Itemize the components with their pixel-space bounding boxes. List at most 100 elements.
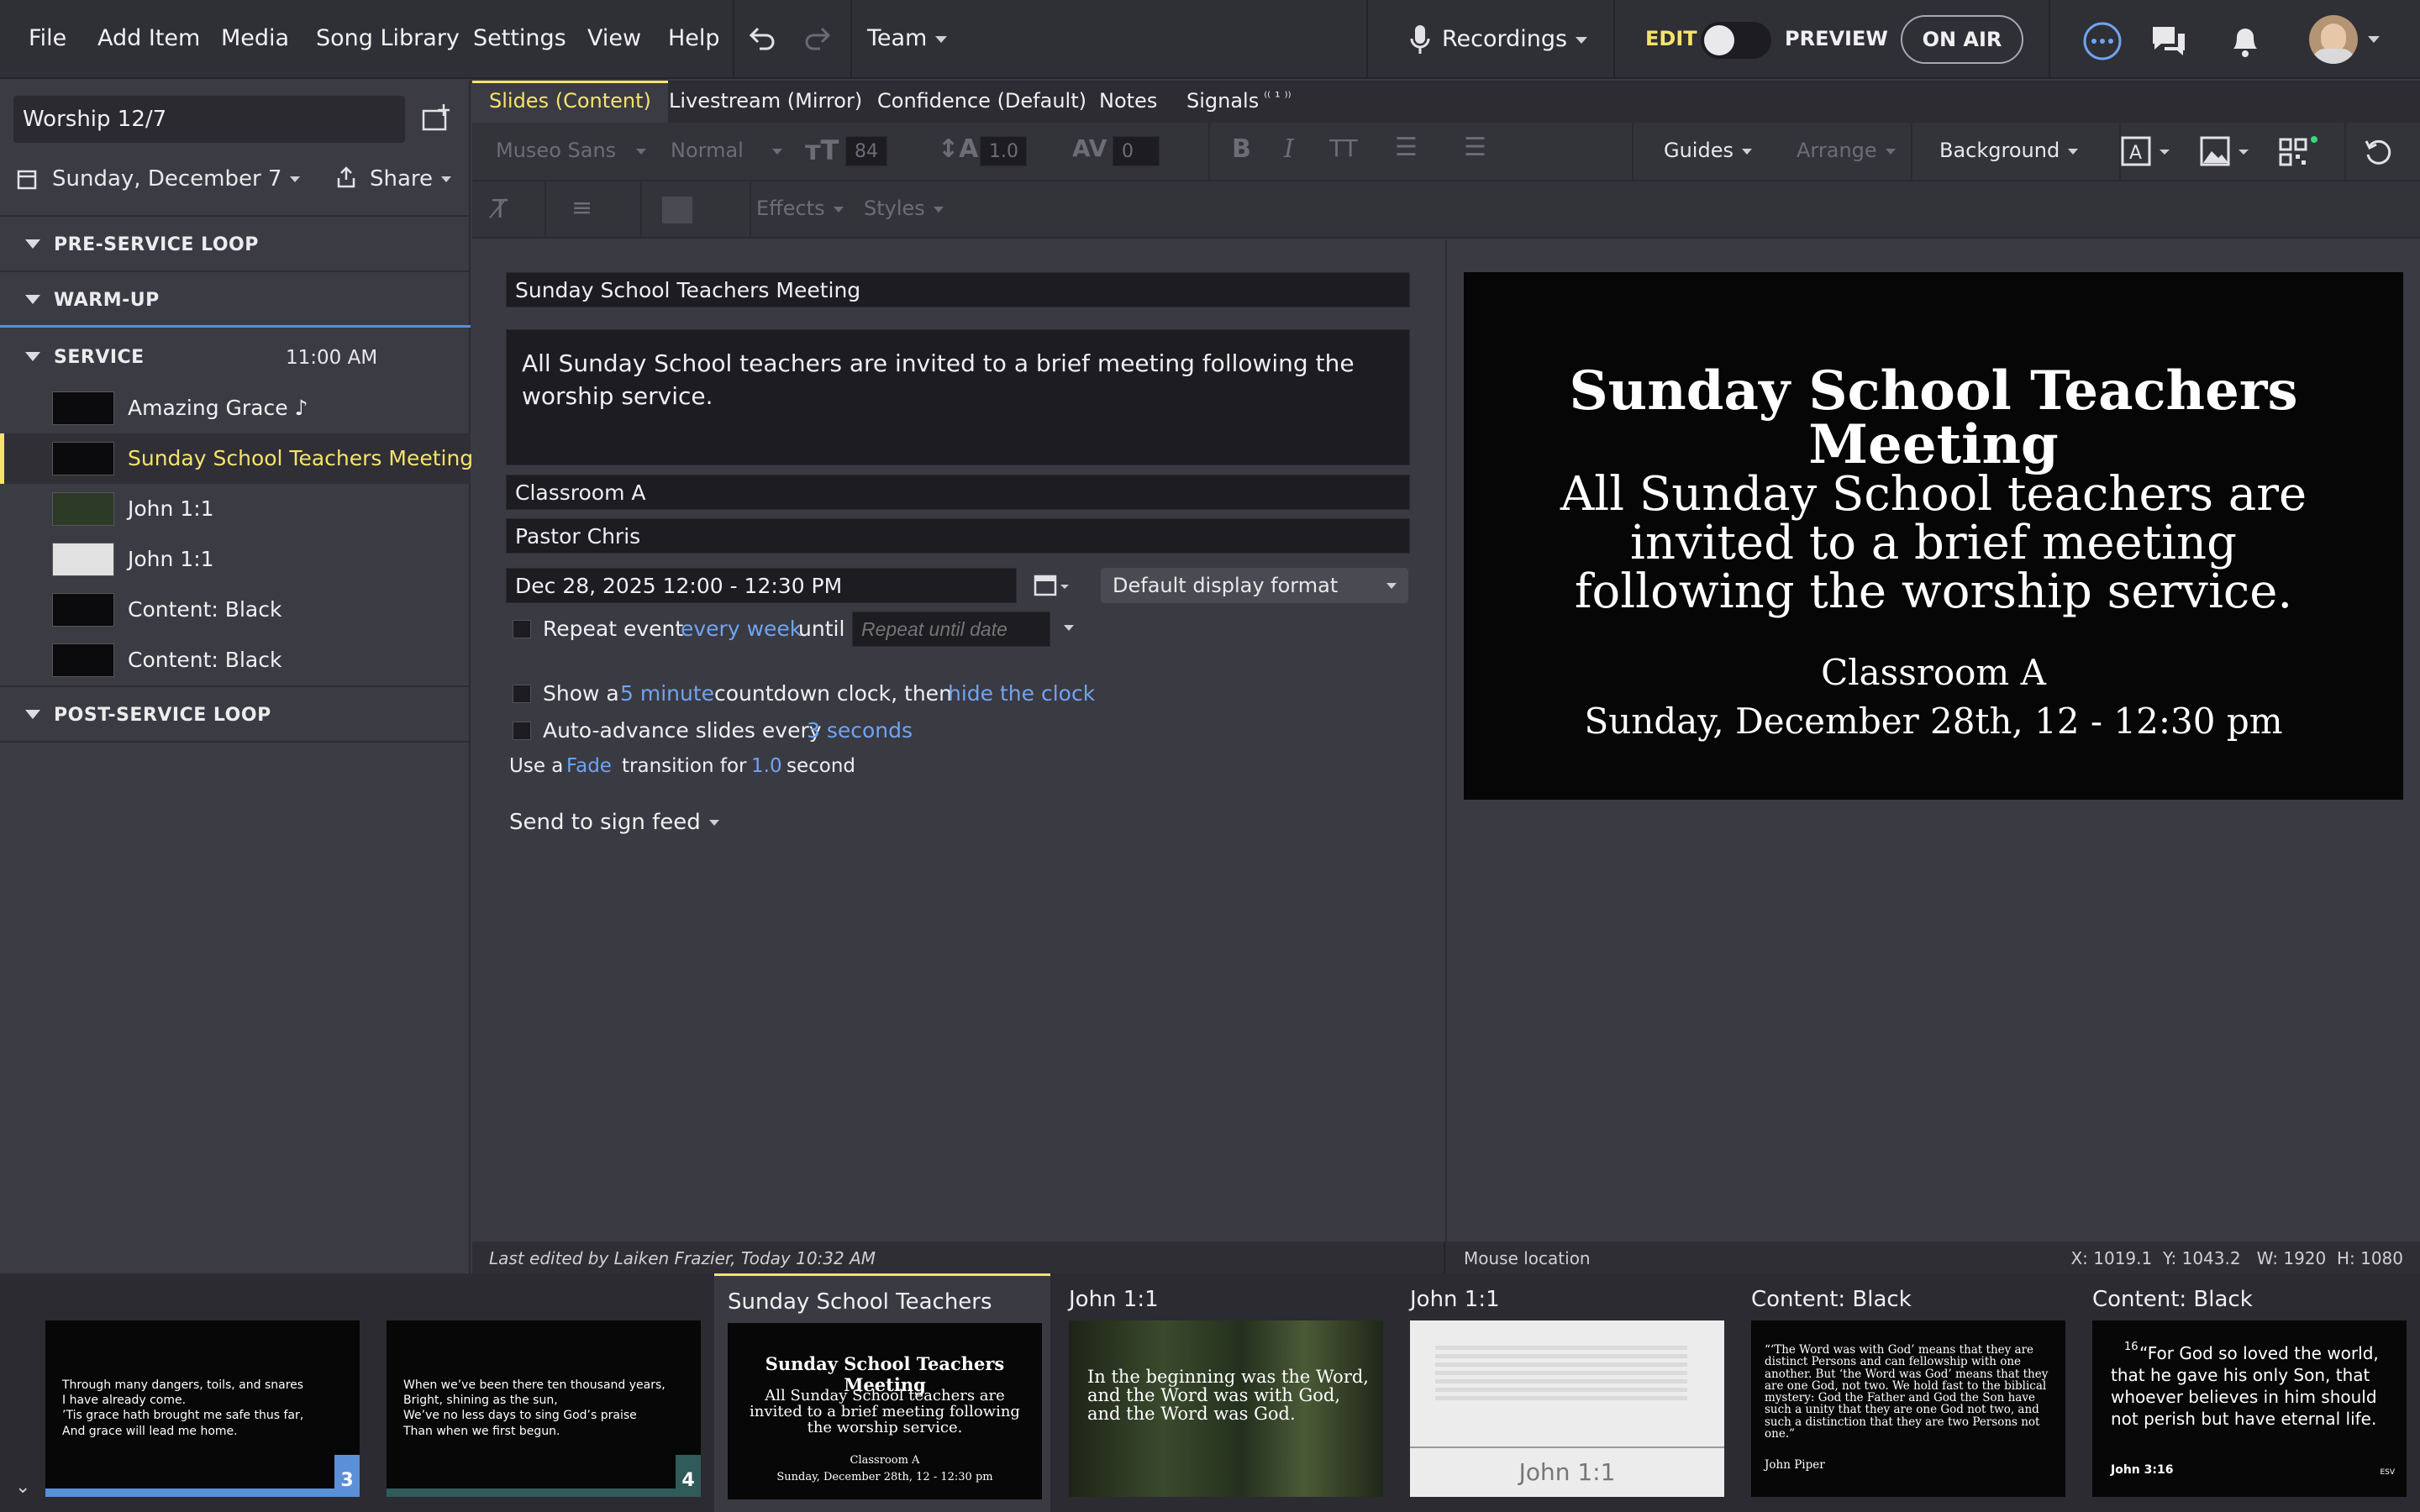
guides-dropdown[interactable]: Guides [1664, 139, 1752, 162]
datetime-input[interactable]: Dec 28, 2025 12:00 - 12:30 PM [506, 568, 1017, 603]
tab-notes[interactable]: Notes [1099, 81, 1157, 123]
menu-file[interactable]: File [29, 25, 66, 51]
qr-code-icon[interactable] [2279, 136, 2319, 170]
effects-dropdown[interactable]: Effects [756, 197, 844, 220]
date-picker-icon[interactable] [1034, 573, 1072, 598]
section-service[interactable]: SERVICE 11:00 AM [0, 329, 471, 385]
body-textarea[interactable]: All Sunday School teachers are invited t… [506, 329, 1410, 465]
edit-preview-toggle[interactable] [1701, 22, 1771, 59]
mouse-location-label: Mouse location [1464, 1248, 1591, 1268]
recordings-dropdown[interactable]: Recordings [1442, 26, 1588, 52]
plan-date-dropdown[interactable]: Sunday, December 7 [52, 166, 301, 192]
text-case-icon[interactable]: TT [1329, 134, 1358, 162]
auto-advance-duration-link[interactable]: 3 seconds [807, 718, 913, 743]
slide-card[interactable]: When we’ve been there ten thousand years… [373, 1273, 709, 1512]
countdown-duration-link[interactable]: 5 minute [620, 681, 714, 706]
title-input[interactable]: Sunday School Teachers Meeting [506, 272, 1410, 307]
countdown-action-link[interactable]: hide the clock [948, 681, 1095, 706]
chat-icon[interactable] [2149, 24, 2188, 59]
list-item[interactable]: John 1:1 [0, 534, 471, 585]
font-weight-select[interactable]: Normal [671, 139, 782, 162]
section-post-service-loop[interactable]: POST-SERVICE LOOP [0, 687, 471, 743]
user-avatar[interactable] [2309, 15, 2358, 64]
repeat-event-checkbox[interactable] [513, 620, 531, 638]
undo-icon[interactable] [746, 25, 776, 52]
slide-card[interactable]: John 1:1 John 1:1 [1397, 1273, 1733, 1512]
new-plan-icon[interactable] [422, 104, 450, 131]
image-icon[interactable] [2200, 136, 2250, 166]
slide-card[interactable]: John 1:1 In the beginning was the Word, … [1055, 1273, 1392, 1512]
slide-card[interactable]: Content: Black 16 “For God so loved the … [2079, 1273, 2415, 1512]
redo-icon[interactable] [803, 25, 834, 52]
tab-confidence-default[interactable]: Confidence (Default) [877, 81, 1086, 123]
repeat-frequency-link[interactable]: every week [681, 617, 802, 641]
menu-add-item[interactable]: Add Item [97, 25, 200, 51]
presenter-input[interactable]: Pastor Chris [506, 518, 1410, 554]
align-icon[interactable]: ≡ [571, 193, 592, 223]
repeat-event-label: Repeat event [543, 617, 684, 641]
user-menu-caret[interactable] [2368, 36, 2380, 43]
background-dropdown[interactable]: Background [1939, 139, 2079, 162]
list-item[interactable]: Sunday School Teachers Meeting [0, 433, 473, 484]
menu-settings[interactable]: Settings [473, 25, 566, 51]
italic-icon[interactable]: I [1284, 134, 1294, 164]
tab-signals[interactable]: Signals ⁽⁽ ¹ ⁾⁾ [1186, 81, 1292, 123]
background-label: Background [1939, 139, 2060, 162]
transition-duration-link[interactable]: 1.0 [751, 755, 782, 777]
menu-media[interactable]: Media [221, 25, 289, 51]
list-item[interactable]: Amazing Grace ♪ [0, 383, 471, 433]
repeat-until-input[interactable] [852, 612, 1050, 647]
styles-dropdown[interactable]: Styles [864, 197, 944, 220]
transition-type-link[interactable]: Fade [566, 755, 612, 777]
text-box-icon[interactable]: A [2121, 136, 2171, 166]
list-item[interactable]: Content: Black [0, 635, 471, 685]
countdown-checkbox[interactable] [513, 685, 531, 703]
section-label: SERVICE [54, 347, 145, 368]
section-warm-up[interactable]: WARM-UP [0, 272, 471, 328]
signals-badge: ⁽⁽ ¹ ⁾⁾ [1264, 89, 1292, 105]
collapse-filmstrip-icon[interactable]: ⌄ [15, 1477, 30, 1498]
plan-name-input[interactable]: Worship 12/7 [13, 96, 405, 143]
menu-song-library[interactable]: Song Library [316, 25, 460, 51]
clear-format-icon[interactable]: T̸ [492, 195, 508, 224]
section-label: POST-SERVICE LOOP [54, 705, 271, 726]
edit-label: EDIT [1645, 27, 1697, 50]
slide-card-active[interactable]: Sunday School Teachers Sunday School Tea… [714, 1273, 1050, 1512]
section-pre-service-loop[interactable]: PRE-SERVICE LOOP [0, 217, 471, 272]
more-options-icon[interactable] [2082, 21, 2123, 61]
send-to-sign-feed-dropdown[interactable]: Send to sign feed [509, 810, 719, 835]
auto-advance-checkbox[interactable] [513, 722, 531, 740]
menu-view[interactable]: View [587, 25, 641, 51]
list-item[interactable]: John 1:1 [0, 484, 471, 534]
display-format-select[interactable]: Default display format [1101, 568, 1408, 603]
line-height-input[interactable]: 1.0 [980, 136, 1027, 166]
slide-card[interactable]: Through many dangers, toils, and snares … [32, 1273, 368, 1512]
notifications-bell-icon[interactable] [2228, 22, 2262, 59]
slide-filmstrip: Through many dangers, toils, and snares … [0, 1273, 2420, 1512]
indent-icon[interactable]: ☰ [1464, 133, 1486, 162]
location-input[interactable]: Classroom A [506, 475, 1410, 510]
preview-date: Sunday, December 28th, 12 - 12:30 pm [1584, 701, 2283, 742]
refresh-icon[interactable] [2363, 138, 2393, 168]
slide-card-title: John 1:1 [1069, 1287, 1159, 1312]
tab-livestream-mirror[interactable]: Livestream (Mirror) [669, 81, 862, 123]
team-dropdown[interactable]: Team [867, 25, 948, 51]
font-size-input[interactable]: 84 [845, 136, 887, 166]
share-dropdown[interactable]: Share [370, 166, 452, 192]
color-swatch[interactable] [662, 197, 692, 223]
preview-title: Sunday School Teachers Meeting [1569, 360, 2298, 476]
font-family-value: Museo Sans [496, 139, 617, 162]
repeat-until-caret[interactable] [1064, 625, 1074, 631]
slide-number: 3 [334, 1455, 360, 1497]
slide-card-title: Content: Black [2092, 1287, 2253, 1312]
tab-slides-content[interactable]: Slides (Content) [472, 81, 668, 123]
font-family-select[interactable]: Museo Sans [496, 139, 647, 162]
on-air-button[interactable]: ON AIR [1901, 15, 2023, 64]
list-icon[interactable]: ☰ [1395, 133, 1418, 162]
menu-help[interactable]: Help [668, 25, 720, 51]
bold-icon[interactable]: B [1232, 134, 1251, 164]
arrange-dropdown[interactable]: Arrange [1797, 139, 1896, 162]
slide-card[interactable]: Content: Black “‘The Word was with God’ … [1738, 1273, 2074, 1512]
list-item[interactable]: Content: Black [0, 585, 471, 635]
letter-spacing-input[interactable]: 0 [1113, 136, 1160, 166]
